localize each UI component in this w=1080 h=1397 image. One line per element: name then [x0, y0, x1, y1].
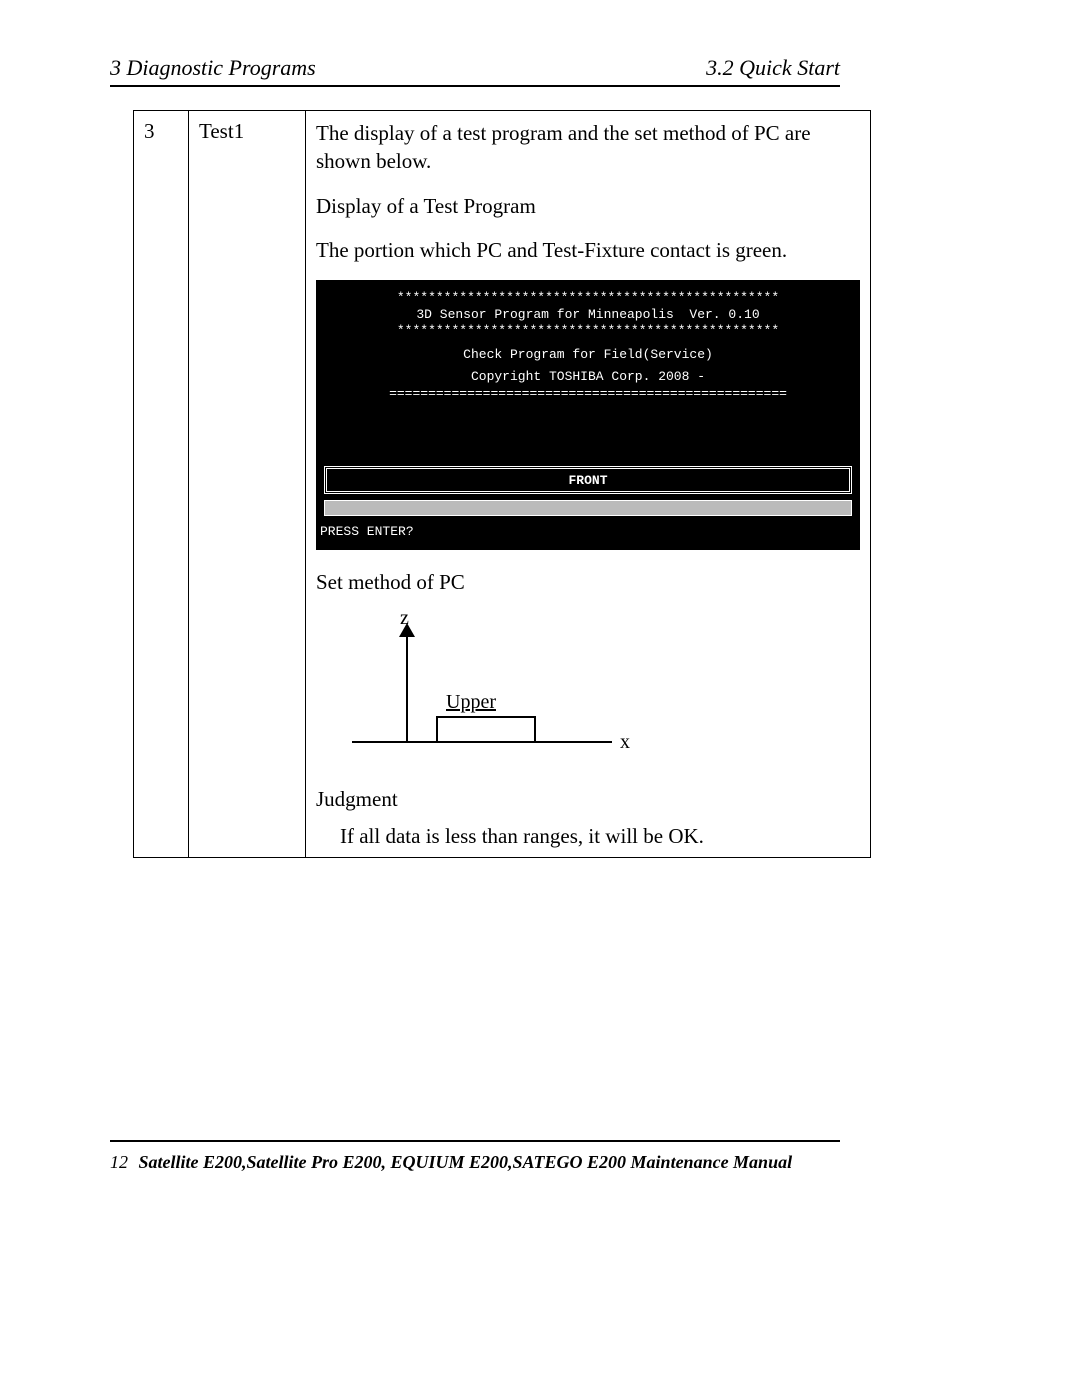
- step-description: The display of a test program and the se…: [316, 119, 860, 849]
- page-footer: 12 Satellite E200,Satellite Pro E200, EQ…: [110, 1152, 850, 1173]
- z-axis-line: [406, 633, 408, 743]
- header-left: 3 Diagnostic Programs: [110, 55, 316, 80]
- footer-rule: [110, 1140, 840, 1142]
- console-prompt: PRESS ENTER?: [320, 524, 414, 540]
- set-method-title: Set method of PC: [316, 568, 860, 596]
- upper-box: [436, 716, 536, 743]
- console-figure: ****************************************…: [316, 280, 860, 550]
- header-rule: [110, 85, 840, 87]
- green-note: The portion which PC and Test-Fixture co…: [316, 236, 860, 264]
- procedure-table: 3 Test1 The display of a test program an…: [133, 110, 871, 858]
- header-right: 3.2 Quick Start: [706, 55, 840, 81]
- console-progress-bar: [324, 500, 852, 516]
- judgment-title: Judgment: [316, 787, 860, 812]
- step-name-cell: Test1: [189, 111, 306, 858]
- document-page: 3 Diagnostic Programs 3.2 Quick Start 3 …: [0, 0, 1080, 1397]
- footer-title: Satellite E200,Satellite Pro E200, EQUIU…: [139, 1152, 793, 1172]
- console-copyright: Copyright TOSHIBA Corp. 2008 -: [322, 369, 854, 385]
- content-area: 3 Test1 The display of a test program an…: [133, 110, 871, 858]
- upper-label: Upper: [446, 691, 496, 714]
- table-row: 3 Test1 The display of a test program an…: [134, 111, 871, 858]
- step-description-cell: The display of a test program and the se…: [306, 111, 871, 858]
- judgment-body: If all data is less than ranges, it will…: [340, 824, 860, 849]
- axis-figure: z x Upper: [316, 613, 860, 773]
- console-stars-bottom: ****************************************…: [322, 323, 854, 339]
- console-title: 3D Sensor Program for Minneapolis Ver. 0…: [322, 307, 854, 323]
- console-front-box: FRONT: [324, 466, 852, 494]
- step-number-cell: 3: [134, 111, 189, 858]
- page-number: 12: [110, 1152, 128, 1172]
- x-axis-label: x: [620, 731, 630, 754]
- display-title: Display of a Test Program: [316, 192, 860, 220]
- intro-text: The display of a test program and the se…: [316, 119, 860, 176]
- console-check: Check Program for Field(Service): [322, 347, 854, 363]
- console-stars-top: ****************************************…: [322, 290, 854, 306]
- page-header: 3 Diagnostic Programs 3.2 Quick Start: [110, 55, 840, 81]
- console-dashes: ========================================…: [322, 386, 854, 402]
